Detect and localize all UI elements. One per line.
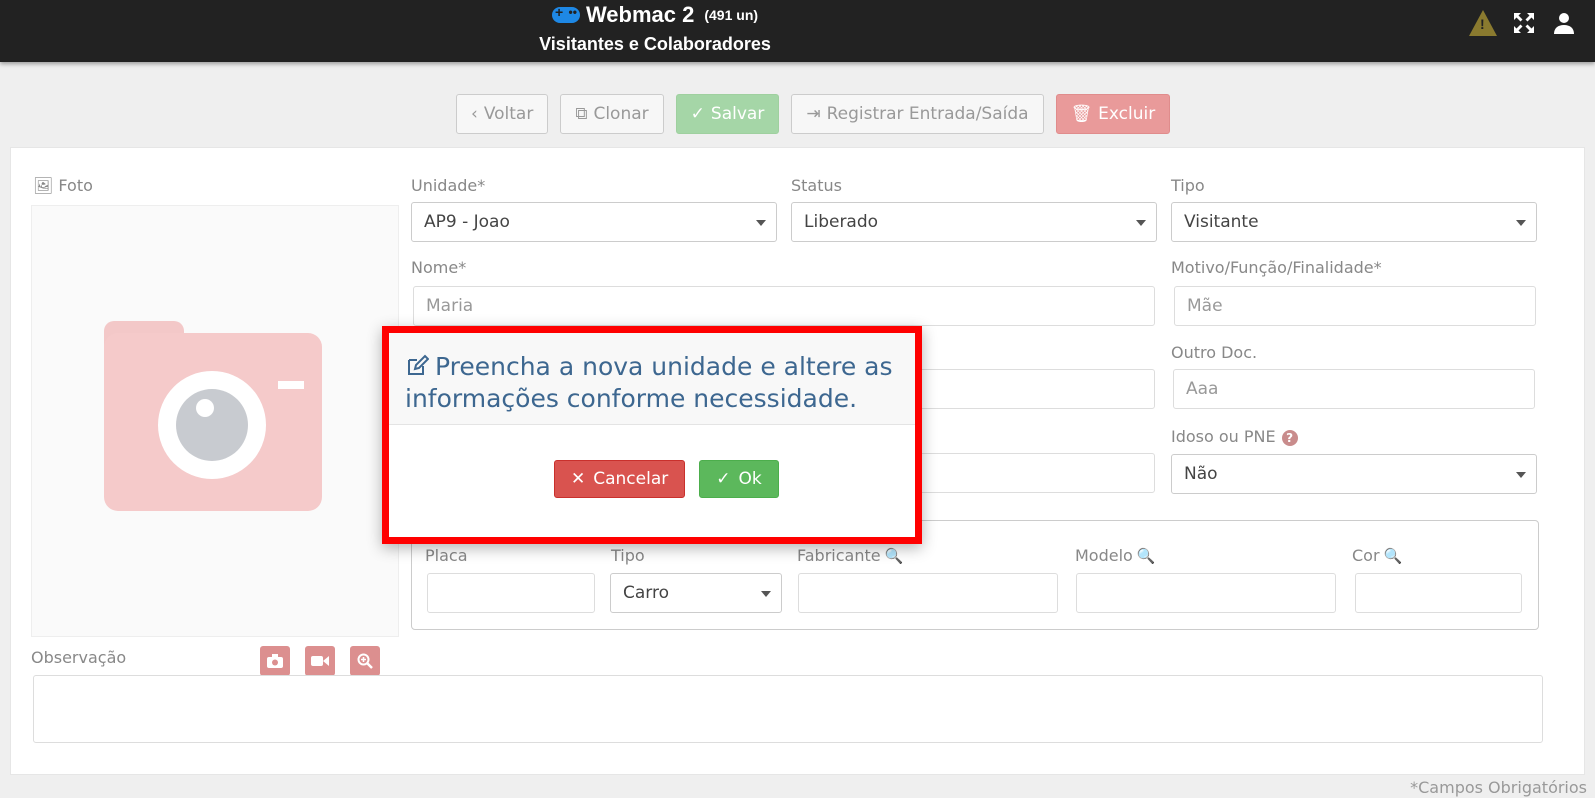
unidade-value: AP9 - Joao bbox=[424, 212, 510, 232]
cancel-label: Cancelar bbox=[593, 469, 669, 489]
required-fields-note: *Campos Obrigatórios bbox=[1410, 778, 1587, 797]
observacao-textarea[interactable] bbox=[33, 675, 1543, 743]
clone-button[interactable]: ⧉ Clonar bbox=[560, 94, 664, 134]
close-icon: ✕ bbox=[571, 469, 586, 489]
page-subtitle: Visitantes e Colaboradores bbox=[539, 34, 771, 54]
check-icon: ✓ bbox=[716, 469, 731, 489]
help-icon[interactable]: ? bbox=[1281, 430, 1298, 446]
app-name: Webmac 2 bbox=[585, 2, 695, 27]
fabricante-input[interactable] bbox=[798, 573, 1058, 613]
vehicle-tipo-select[interactable]: Carro bbox=[610, 573, 782, 613]
top-navbar: Webmac 2 (491 un) Visitantes e Colaborad… bbox=[0, 0, 1595, 62]
idoso-value: Não bbox=[1184, 464, 1218, 484]
check-icon: ✓ bbox=[690, 104, 705, 124]
photo-placeholder bbox=[31, 205, 399, 676]
chevron-left-icon: ‹ bbox=[471, 104, 478, 124]
video-button[interactable] bbox=[305, 646, 335, 676]
vehicle-tipo-label: Tipo bbox=[611, 546, 645, 565]
chevron-down-icon bbox=[1516, 220, 1526, 226]
cancel-button[interactable]: ✕ Cancelar bbox=[554, 460, 686, 498]
cor-label: Cor 🔍 bbox=[1352, 546, 1403, 565]
search-icon[interactable]: 🔍 bbox=[1384, 547, 1403, 565]
modelo-input[interactable] bbox=[1076, 573, 1336, 613]
save-button[interactable]: ✓ Salvar bbox=[675, 94, 780, 134]
edit-icon bbox=[408, 354, 429, 375]
modelo-label: Modelo 🔍 bbox=[1075, 546, 1156, 565]
back-button[interactable]: ‹ Voltar bbox=[456, 94, 549, 134]
record-count: (491 un) bbox=[704, 7, 759, 23]
unidade-select[interactable]: AP9 - Joao bbox=[411, 202, 777, 242]
tipo-select[interactable]: Visitante bbox=[1171, 202, 1537, 242]
chevron-down-icon bbox=[756, 220, 766, 226]
clone-icon: ⧉ bbox=[575, 104, 588, 124]
camera-placeholder-icon bbox=[104, 321, 322, 511]
cor-input[interactable] bbox=[1355, 573, 1522, 613]
confirm-dialog: Preencha a nova unidade e altere as info… bbox=[382, 326, 922, 544]
motivo-label: Motivo/Função/Finalidade* bbox=[1171, 258, 1382, 277]
take-photo-button[interactable] bbox=[260, 646, 290, 676]
user-icon[interactable] bbox=[1551, 10, 1577, 36]
idoso-select[interactable]: Não bbox=[1171, 454, 1537, 494]
dialog-message: Preencha a nova unidade e altere as info… bbox=[405, 352, 893, 413]
delete-label: Excluir bbox=[1098, 104, 1156, 124]
trash-icon: 🗑 bbox=[1070, 104, 1093, 124]
fullscreen-icon[interactable] bbox=[1511, 10, 1537, 36]
back-label: Voltar bbox=[483, 104, 534, 124]
clone-label: Clonar bbox=[593, 104, 649, 124]
observacao-label: Observação bbox=[31, 648, 127, 667]
zoom-photo-button[interactable] bbox=[350, 646, 380, 676]
ok-label: Ok bbox=[738, 469, 762, 489]
outro-doc-input[interactable]: Aaa bbox=[1173, 369, 1535, 409]
warning-icon[interactable]: ! bbox=[1469, 10, 1497, 36]
nome-label: Nome* bbox=[411, 258, 467, 277]
search-icon[interactable]: 🔍 bbox=[885, 547, 904, 565]
delete-button[interactable]: 🗑 Excluir bbox=[1055, 94, 1171, 134]
idoso-label: Idoso ou PNE? bbox=[1171, 427, 1298, 446]
fabricante-label: Fabricante 🔍 bbox=[797, 546, 904, 565]
vehicle-tipo-value: Carro bbox=[623, 583, 669, 603]
dialog-header: Preencha a nova unidade e altere as info… bbox=[389, 333, 915, 425]
status-select[interactable]: Liberado bbox=[791, 202, 1157, 242]
action-toolbar: ‹ Voltar ⧉ Clonar ✓ Salvar ⇥ Registrar E… bbox=[456, 94, 1171, 134]
register-entry-exit-button[interactable]: ⇥ Registrar Entrada/Saída bbox=[791, 94, 1044, 134]
unidade-label: Unidade* bbox=[411, 176, 486, 195]
placa-input[interactable] bbox=[427, 573, 595, 613]
placa-label: Placa bbox=[425, 546, 468, 565]
outro-doc-value: Aaa bbox=[1186, 379, 1219, 399]
app-brand: Webmac 2 (491 un) Visitantes e Colaborad… bbox=[510, 2, 800, 55]
motivo-value: Mãe bbox=[1187, 296, 1223, 316]
search-icon[interactable]: 🔍 bbox=[1137, 547, 1156, 565]
nome-value: Maria bbox=[426, 296, 474, 316]
nome-input[interactable]: Maria bbox=[413, 286, 1155, 326]
chevron-down-icon bbox=[1516, 472, 1526, 478]
chevron-down-icon bbox=[761, 591, 771, 597]
photo-label: 🖼 Foto bbox=[33, 176, 93, 195]
ok-button[interactable]: ✓ Ok bbox=[699, 460, 779, 498]
document-input[interactable] bbox=[901, 369, 1155, 409]
image-icon: 🖼 bbox=[33, 176, 54, 195]
register-label: Registrar Entrada/Saída bbox=[826, 104, 1029, 124]
phone-input[interactable] bbox=[901, 453, 1155, 493]
status-value: Liberado bbox=[804, 212, 879, 232]
motivo-input[interactable]: Mãe bbox=[1174, 286, 1536, 326]
tipo-value: Visitante bbox=[1184, 212, 1259, 232]
outro-doc-label: Outro Doc. bbox=[1171, 343, 1258, 362]
gamepad-icon bbox=[551, 4, 580, 23]
chevron-down-icon bbox=[1136, 220, 1146, 226]
save-label: Salvar bbox=[710, 104, 765, 124]
status-label: Status bbox=[791, 176, 842, 195]
sign-in-icon: ⇥ bbox=[806, 104, 821, 124]
tipo-label: Tipo bbox=[1171, 176, 1205, 195]
